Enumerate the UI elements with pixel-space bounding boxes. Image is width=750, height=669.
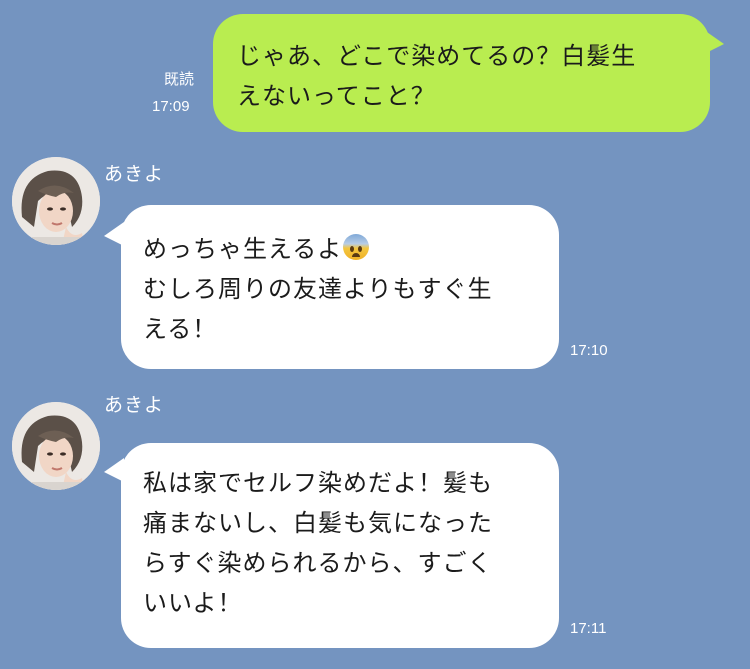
bubble-tail (104, 458, 124, 482)
message-line: むしろ周りの友達よりもすぐ生 (143, 275, 493, 303)
message-line: える！ (143, 315, 218, 343)
message-line: めっちゃ生えるよ (143, 229, 559, 269)
message-bubble[interactable]: 私は家でセルフ染めだよ！髪も 痛まないし、白髪も気になった らすぐ染められるから… (121, 443, 559, 648)
sender-name: あきよ (104, 163, 165, 185)
avatar[interactable] (12, 402, 100, 490)
message-line: いいよ！ (143, 589, 243, 617)
avatar[interactable] (12, 157, 100, 245)
message-bubble[interactable]: じゃあ、どこで染めてるの？白髪生 えないってこと？ (213, 14, 710, 132)
sender-name: あきよ (104, 394, 165, 416)
bubble-tail (704, 30, 724, 54)
message-line: らすぐ染められるから、すごく (143, 549, 493, 577)
message-line-text: めっちゃ生えるよ (143, 235, 343, 263)
anxious-face-emoji (343, 234, 370, 260)
message-line: えないってこと？ (237, 82, 436, 110)
avatar-photo (12, 402, 100, 490)
message-line: 私は家でセルフ染めだよ！髪も (143, 469, 493, 497)
message-time: 17:09 (152, 98, 190, 115)
message-time: 17:10 (570, 342, 608, 359)
message-time: 17:11 (570, 620, 607, 637)
avatar-photo (12, 157, 100, 245)
message-line: 痛まないし、白髪も気になった (143, 509, 493, 537)
message-line: じゃあ、どこで染めてるの？白髪生 (237, 42, 637, 70)
read-receipt: 既読 (164, 71, 195, 88)
message-bubble[interactable]: めっちゃ生えるよ むしろ周りの友達よりもすぐ生 える！ (121, 205, 559, 369)
bubble-tail (104, 222, 124, 246)
